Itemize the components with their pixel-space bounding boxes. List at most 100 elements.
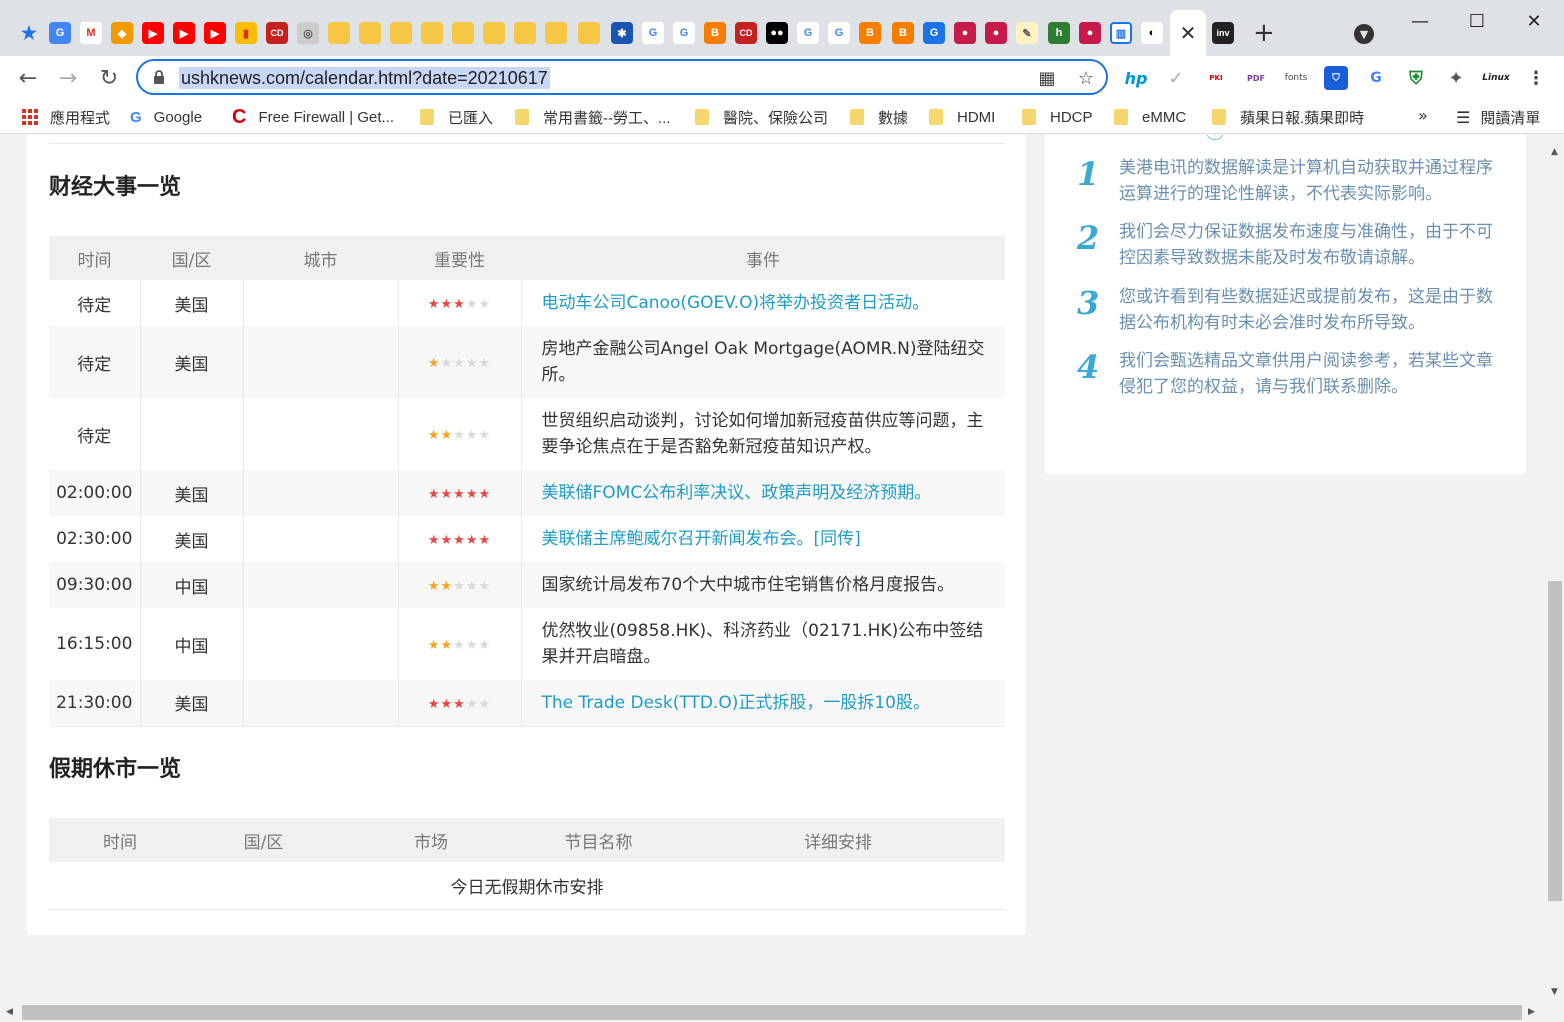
linux-tab-icon[interactable]: ◐ [1141,22,1163,44]
google-tab-icon[interactable]: G [828,22,850,44]
tab-search-icon[interactable]: ▼ [1354,24,1374,44]
translate-extension-icon[interactable]: G [1364,66,1388,90]
new-tab-icon[interactable]: + [1253,18,1275,48]
scroll-up-icon[interactable]: ▲ [1551,147,1558,157]
tab-icon[interactable]: ◎ [297,22,319,44]
event-link[interactable]: 美联储FOMC公布利率决议、政策声明及经济预期。 [542,483,932,503]
fonts-extension-icon[interactable]: fonts [1284,66,1308,90]
event-cell[interactable]: The Trade Desk(TTD.O)正式拆股，一股拆10股。 [521,680,1005,727]
bookmark-free-firewall[interactable]: C Free Firewall | Get... [232,106,394,128]
star-bookmark-icon[interactable]: ★ [18,22,40,44]
bookmark-folder-hospital[interactable]: 醫院、保險公司 [695,107,828,127]
medium-tab-icon[interactable]: ●● [766,22,788,44]
event-importance: ★★★★★ [398,470,522,516]
bookmark-folder-imported[interactable]: 已匯入 [420,107,493,127]
cd-tab-icon[interactable]: CD [266,22,288,44]
url-text[interactable]: ushknews.com/calendar.html?date=20210617 [179,67,550,89]
tab-icon[interactable]: G [923,22,945,44]
tab-icon[interactable]: h [1048,22,1070,44]
vertical-scrollbar[interactable]: ▲ ▼ [1546,135,1564,1003]
raspberry-tab-icon[interactable]: ● [985,22,1007,44]
scroll-down-icon[interactable]: ▼ [1551,987,1558,997]
bookmark-star-icon[interactable]: ☆ [1075,67,1097,89]
blogger-tab-icon[interactable]: B [892,22,914,44]
minimize-icon[interactable]: — [1400,6,1440,36]
event-importance: ★★★★★ [398,562,522,608]
event-city [243,516,399,562]
layout-tab-icon[interactable]: ▥ [1110,22,1132,44]
bitwarden-extension-icon[interactable]: ⛉ [1324,66,1348,90]
scroll-right-icon[interactable]: ▶ [1528,1007,1535,1017]
active-tab-close-icon[interactable]: ✕ [1170,10,1206,56]
blogger-tab-icon[interactable]: B [859,22,881,44]
folder-tab-icon[interactable] [452,22,474,44]
scroll-left-icon[interactable]: ◀ [6,1007,13,1017]
folder-tab-icon[interactable] [421,22,443,44]
blogger-tab-icon[interactable]: B [704,22,726,44]
event-link[interactable]: 美联储主席鲍威尔召开新闻发布会。[同传] [542,529,861,549]
back-icon[interactable]: ← [14,64,42,92]
bookmark-apps[interactable]: 應用程式 [22,107,110,127]
folder-tab-icon[interactable] [328,22,350,44]
previous-table-bottom-edge [49,135,1005,144]
gmail-tab-icon[interactable]: M [80,22,102,44]
pdf-extension-icon[interactable]: PDF [1244,66,1268,90]
smart-pki-extension-icon[interactable]: PKI [1204,66,1228,90]
translate-tab-icon[interactable]: G [49,22,71,44]
puzzle-extension-icon[interactable]: ✦ [1444,66,1468,90]
youtube-tab-icon[interactable]: ▶ [204,22,226,44]
horizontal-scroll-thumb[interactable] [22,1005,1522,1020]
bookmark-folder-common[interactable]: 常用書籤--勞工、... [515,107,671,127]
tab-icon[interactable]: ◆ [111,22,133,44]
youtube-tab-icon[interactable]: ▶ [173,22,195,44]
star-tab-icon[interactable]: ✱ [611,22,633,44]
linux-fans-extension-icon[interactable]: Linux [1480,66,1512,90]
reading-list-button[interactable]: ☰ 閱讀清單 [1456,107,1540,128]
google-tab-icon[interactable]: G [797,22,819,44]
event-link[interactable]: The Trade Desk(TTD.O)正式拆股，一股拆10股。 [542,693,930,713]
notes-tab-icon[interactable]: ✎ [1016,22,1038,44]
disclaimer-number: 2 [1077,219,1100,257]
event-cell[interactable]: 美联储主席鲍威尔召开新闻发布会。[同传] [521,516,1005,562]
folder-tab-icon[interactable] [390,22,412,44]
vertical-scroll-thumb[interactable] [1548,581,1562,901]
tab-icon[interactable]: ▮ [235,22,257,44]
check-extension-icon[interactable]: ✓ [1164,66,1188,90]
bookmark-folder-hdmi[interactable]: HDMI [929,107,995,127]
folder-tab-icon[interactable] [545,22,567,44]
qr-code-icon[interactable]: ▦ [1036,67,1058,89]
event-link[interactable]: 电动车公司Canoo(GOEV.O)将举办投资者日活动。 [542,293,930,313]
folder-tab-icon[interactable] [359,22,381,44]
folder-tab-icon[interactable] [483,22,505,44]
google-tab-icon[interactable]: G [642,22,664,44]
lock-icon[interactable] [152,69,166,85]
event-time: 待定 [49,326,141,398]
youtube-tab-icon[interactable]: ▶ [142,22,164,44]
event-cell[interactable]: 美联储FOMC公布利率决议、政策声明及经济预期。 [521,470,1005,516]
horizontal-scrollbar[interactable]: ◀ ▶ [0,1003,1564,1022]
bookmark-folder-apple-daily[interactable]: 蘋果日報.蘋果即時 [1212,107,1364,127]
folder-tab-icon[interactable] [514,22,536,44]
folder-tab-icon[interactable] [578,22,600,44]
maximize-icon[interactable]: ☐ [1457,6,1497,36]
hp-extension-icon[interactable]: hp [1124,66,1148,90]
raspberry-tab-icon[interactable]: ● [954,22,976,44]
shield-extension-icon[interactable]: ⛨ [1404,66,1428,90]
bookmark-folder-hdcp[interactable]: HDCP [1022,107,1093,127]
bookmark-folder-emmc[interactable]: eMMC [1114,107,1186,127]
reload-icon[interactable]: ↻ [95,64,123,92]
folder-icon [420,109,434,125]
bookmark-google[interactable]: G Google [130,107,202,127]
bookmark-folder-data[interactable]: 數據 [850,107,908,127]
address-bar[interactable]: ushknews.com/calendar.html?date=20210617… [136,59,1108,95]
close-window-icon[interactable]: ✕ [1514,6,1554,36]
raspberry-tab-icon[interactable]: ● [1079,22,1101,44]
bookmarks-overflow-icon[interactable]: » [1418,106,1428,125]
forward-icon[interactable]: → [54,64,82,92]
inv-tab-icon[interactable]: inv [1212,22,1234,44]
event-row: 02:30:00 美国 ★★★★★ 美联储主席鲍威尔召开新闻发布会。[同传] [49,516,1005,562]
menu-kebab-icon[interactable]: ⋮ [1524,66,1548,90]
event-cell[interactable]: 电动车公司Canoo(GOEV.O)将举办投资者日活动。 [521,280,1005,326]
google-tab-icon[interactable]: G [673,22,695,44]
cd-tab-icon[interactable]: CD [735,22,757,44]
